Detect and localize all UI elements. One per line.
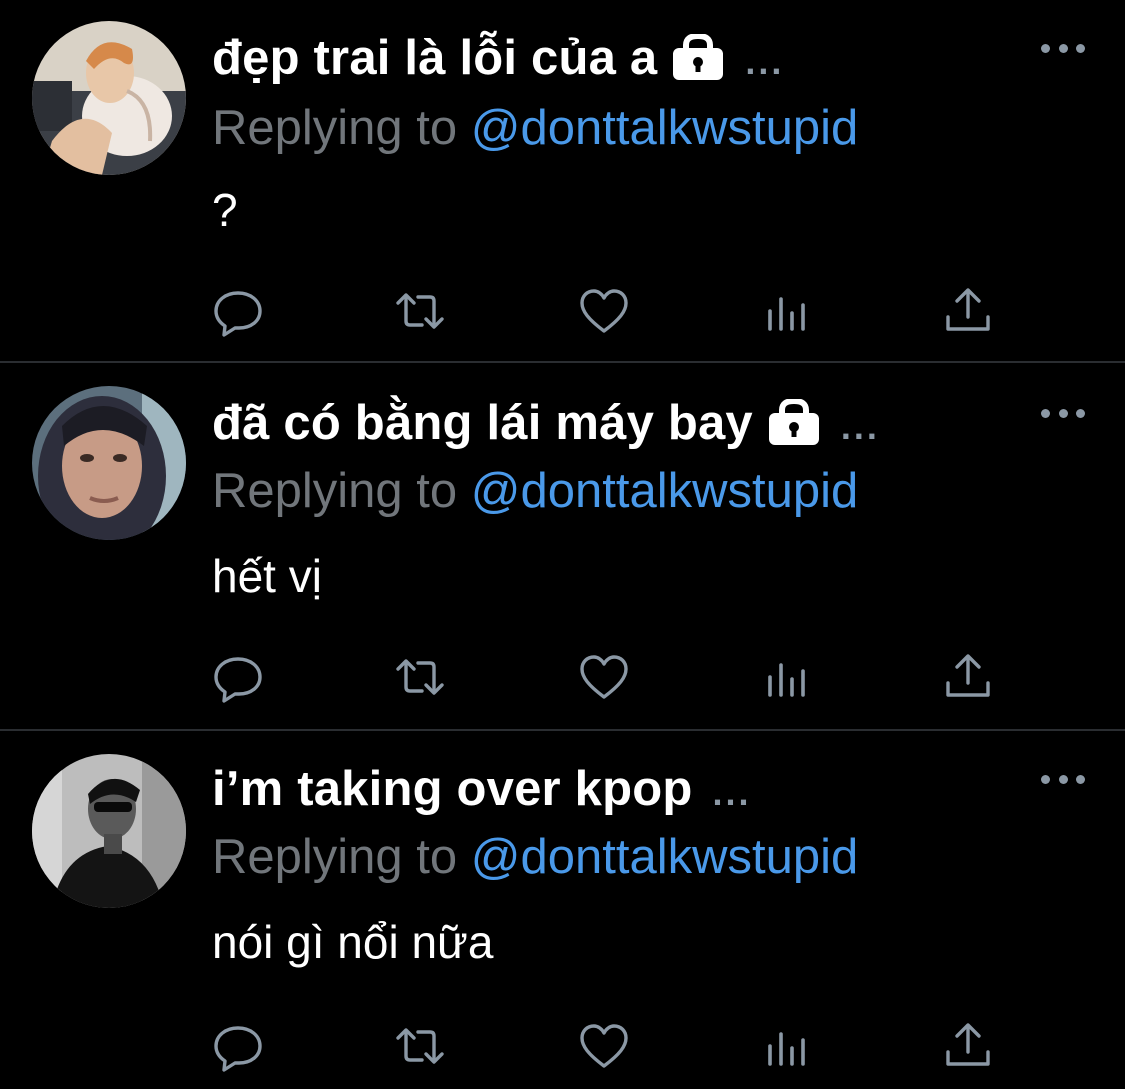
share-icon[interactable] bbox=[942, 651, 994, 703]
reply-icon[interactable] bbox=[212, 285, 264, 337]
replying-to-label: Replying to bbox=[212, 101, 471, 155]
tweet[interactable]: i’m taking over kpop ... Replying to @do… bbox=[0, 731, 1125, 1089]
lock-icon bbox=[671, 32, 725, 82]
truncation-ellipsis: ... bbox=[840, 406, 880, 447]
replying-to: Replying to @donttalkwstupid bbox=[212, 463, 858, 519]
replying-to-label: Replying to bbox=[212, 464, 471, 518]
retweet-icon[interactable] bbox=[394, 1020, 446, 1072]
avatar-image bbox=[32, 754, 186, 908]
retweet-icon[interactable] bbox=[394, 285, 446, 337]
avatar[interactable] bbox=[32, 754, 186, 908]
like-icon[interactable] bbox=[578, 1020, 630, 1072]
analytics-icon[interactable] bbox=[762, 285, 814, 337]
truncation-ellipsis: ... bbox=[712, 772, 752, 813]
avatar-image bbox=[32, 386, 186, 540]
lock-icon bbox=[767, 397, 821, 447]
like-icon[interactable] bbox=[578, 651, 630, 703]
display-name[interactable]: i’m taking over kpop bbox=[212, 761, 692, 817]
tweet[interactable]: đẹp trai là lỗi của a ... Replying to @d… bbox=[0, 0, 1125, 361]
tweet-header: đẹp trai là lỗi của a ... bbox=[212, 30, 784, 86]
reply-handle-link[interactable]: @donttalkwstupid bbox=[471, 464, 859, 518]
tweet-actions bbox=[212, 651, 1002, 703]
more-options-icon[interactable] bbox=[1041, 403, 1085, 423]
avatar[interactable] bbox=[32, 386, 186, 540]
reply-icon[interactable] bbox=[212, 1020, 264, 1072]
replying-to: Replying to @donttalkwstupid bbox=[212, 100, 858, 156]
tweet-header: đã có bằng lái máy bay ... bbox=[212, 395, 880, 451]
truncation-ellipsis: ... bbox=[745, 41, 785, 82]
display-name[interactable]: đã có bằng lái máy bay bbox=[212, 395, 753, 451]
reply-handle-link[interactable]: @donttalkwstupid bbox=[471, 830, 859, 884]
tweet-actions bbox=[212, 1020, 1002, 1072]
share-icon[interactable] bbox=[942, 285, 994, 337]
tweet-text: nói gì nổi nữa bbox=[212, 916, 494, 968]
replying-to-label: Replying to bbox=[212, 830, 471, 884]
tweet-text: hết vị bbox=[212, 550, 322, 602]
avatar-image bbox=[32, 21, 186, 175]
tweet-actions bbox=[212, 285, 1002, 337]
more-options-icon[interactable] bbox=[1041, 769, 1085, 789]
replying-to: Replying to @donttalkwstupid bbox=[212, 829, 858, 885]
analytics-icon[interactable] bbox=[762, 651, 814, 703]
tweet[interactable]: đã có bằng lái máy bay ... Replying to @… bbox=[0, 363, 1125, 729]
tweet-text: ? bbox=[212, 184, 238, 236]
analytics-icon[interactable] bbox=[762, 1020, 814, 1072]
more-options-icon[interactable] bbox=[1041, 38, 1085, 58]
reply-handle-link[interactable]: @donttalkwstupid bbox=[471, 101, 859, 155]
tweet-header: i’m taking over kpop ... bbox=[212, 761, 752, 817]
avatar[interactable] bbox=[32, 21, 186, 175]
retweet-icon[interactable] bbox=[394, 651, 446, 703]
like-icon[interactable] bbox=[578, 285, 630, 337]
display-name[interactable]: đẹp trai là lỗi của a bbox=[212, 30, 657, 86]
share-icon[interactable] bbox=[942, 1020, 994, 1072]
reply-icon[interactable] bbox=[212, 651, 264, 703]
